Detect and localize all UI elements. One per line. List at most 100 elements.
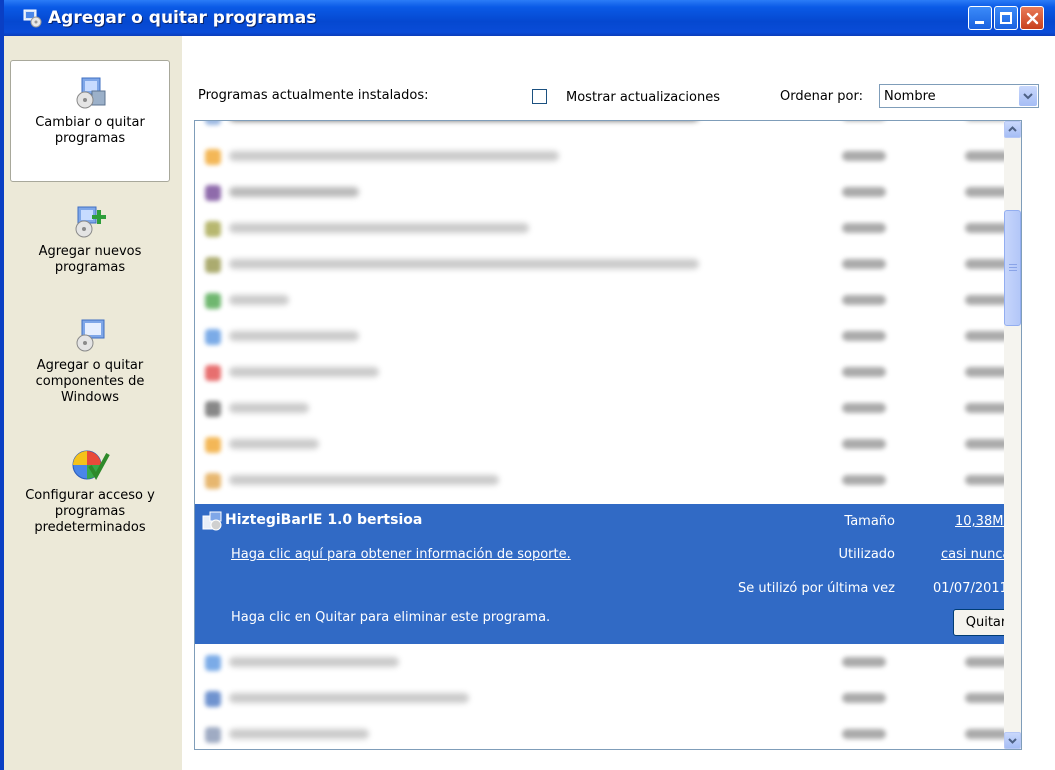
size-value-obscured [965, 367, 1009, 377]
size-value-obscured [965, 475, 1009, 485]
program-icon [205, 691, 221, 707]
size-value-obscured [965, 657, 1009, 667]
close-icon [1026, 12, 1039, 25]
list-item[interactable] [195, 247, 1021, 283]
show-updates-label[interactable]: Mostrar actualizaciones [566, 90, 720, 105]
size-label-obscured [842, 475, 886, 485]
sidebar-item-change-remove[interactable]: Cambiar o quitar programas [10, 60, 170, 182]
chevron-down-icon [1023, 93, 1033, 100]
size-value-obscured [965, 403, 1009, 413]
program-name-obscured [229, 693, 469, 703]
program-icon [205, 257, 221, 273]
list-item[interactable] [195, 355, 1021, 391]
add-remove-programs-window: Agregar o quitar programas Cambiar o qui… [0, 0, 1055, 770]
close-button[interactable] [1020, 6, 1044, 30]
program-icon [205, 293, 221, 309]
size-label-obscured [842, 223, 886, 233]
list-item[interactable] [195, 717, 1021, 749]
add-programs-icon [75, 206, 106, 238]
installed-programs-label: Programas actualmente instalados: [198, 88, 429, 103]
sidebar: Cambiar o quitar programas Agregar nuevo… [4, 36, 182, 770]
list-item[interactable] [195, 391, 1021, 427]
list-item[interactable] [195, 120, 1021, 135]
program-icon [205, 149, 221, 165]
program-name-obscured [229, 223, 529, 233]
show-updates-checkbox[interactable] [532, 89, 547, 104]
size-label-obscured [842, 403, 886, 413]
sidebar-item-add-new[interactable]: Agregar nuevos programas [10, 204, 170, 294]
scroll-thumb[interactable] [1004, 210, 1021, 326]
program-icon [205, 221, 221, 237]
support-info-link[interactable]: Haga clic aquí para obtener información … [231, 547, 571, 562]
size-label: Tamaño [844, 514, 895, 529]
size-value-obscured [965, 223, 1009, 233]
last-used-value: 01/07/2011 [933, 581, 1008, 596]
size-label-obscured [842, 367, 886, 377]
selected-program[interactable]: HiztegiBarIE 1.0 bertsioa Haga clic aquí… [195, 504, 1021, 644]
size-value-obscured [965, 187, 1009, 197]
program-icon [205, 365, 221, 381]
program-name-obscured [229, 151, 559, 161]
program-icon [205, 185, 221, 201]
used-value[interactable]: casi nunca [941, 547, 1010, 562]
program-icon [205, 473, 221, 489]
size-value-obscured [965, 693, 1009, 703]
sidebar-item-label: Cambiar o quitar programas [35, 115, 145, 146]
list-item[interactable] [195, 463, 1021, 499]
program-name-obscured [229, 403, 309, 413]
sidebar-item-label: Configurar acceso y programas predetermi… [25, 488, 155, 535]
scroll-up-button[interactable] [1004, 121, 1021, 138]
list-item[interactable] [195, 319, 1021, 355]
list-item[interactable] [195, 175, 1021, 211]
default-programs-icon [72, 450, 110, 481]
main-content: Programas actualmente instalados: Mostra… [182, 36, 1055, 770]
maximize-button[interactable] [994, 6, 1018, 30]
program-name-obscured [229, 657, 399, 667]
used-label: Utilizado [838, 547, 895, 562]
program-icon [205, 437, 221, 453]
title-bar[interactable]: Agregar o quitar programas [4, 0, 1055, 36]
program-name-obscured [229, 367, 379, 377]
list-item[interactable] [195, 645, 1021, 681]
sidebar-item-label: Agregar nuevos programas [38, 244, 142, 275]
size-label-obscured [842, 729, 886, 739]
program-name-obscured [229, 439, 319, 449]
program-icon [202, 511, 222, 531]
chevron-down-icon [1008, 738, 1017, 744]
size-value-obscured [965, 439, 1009, 449]
program-icon [205, 727, 221, 743]
program-icon [205, 401, 221, 417]
last-used-label: Se utilizó por última vez [738, 581, 895, 596]
list-item[interactable] [195, 283, 1021, 319]
vertical-scrollbar[interactable] [1004, 121, 1021, 749]
sidebar-item-default-programs[interactable]: Configurar acceso y programas predetermi… [10, 446, 170, 556]
program-name-obscured [229, 475, 499, 485]
program-icon [205, 655, 221, 671]
minimize-icon [975, 21, 984, 24]
list-item[interactable] [195, 139, 1021, 175]
sidebar-item-windows-components[interactable]: Agregar o quitar componentes de Windows [10, 318, 170, 428]
minimize-button[interactable] [968, 6, 992, 30]
size-label-obscured [842, 187, 886, 197]
size-value-obscured [965, 259, 1009, 269]
list-item[interactable] [195, 427, 1021, 463]
list-item[interactable] [195, 681, 1021, 717]
size-value-obscured [965, 120, 1009, 121]
change-remove-icon [76, 77, 106, 109]
size-label-obscured [842, 120, 886, 121]
sort-by-select[interactable]: Nombre [879, 84, 1039, 108]
dropdown-button[interactable] [1019, 86, 1037, 106]
program-name: HiztegiBarIE 1.0 bertsioa [225, 512, 423, 528]
scroll-down-button[interactable] [1004, 732, 1021, 749]
chevron-up-icon [1008, 126, 1017, 132]
size-label-obscured [842, 151, 886, 161]
add-remove-programs-icon [23, 9, 42, 28]
remove-hint: Haga clic en Quitar para eliminar este p… [231, 610, 551, 625]
grip-line [1009, 264, 1017, 265]
program-list[interactable]: HiztegiBarIE 1.0 bertsioa Haga clic aquí… [194, 120, 1022, 750]
program-icon [205, 121, 221, 125]
sort-by-value: Nombre [884, 89, 936, 104]
program-name-obscured [229, 331, 359, 341]
size-label-obscured [842, 259, 886, 269]
list-item[interactable] [195, 211, 1021, 247]
